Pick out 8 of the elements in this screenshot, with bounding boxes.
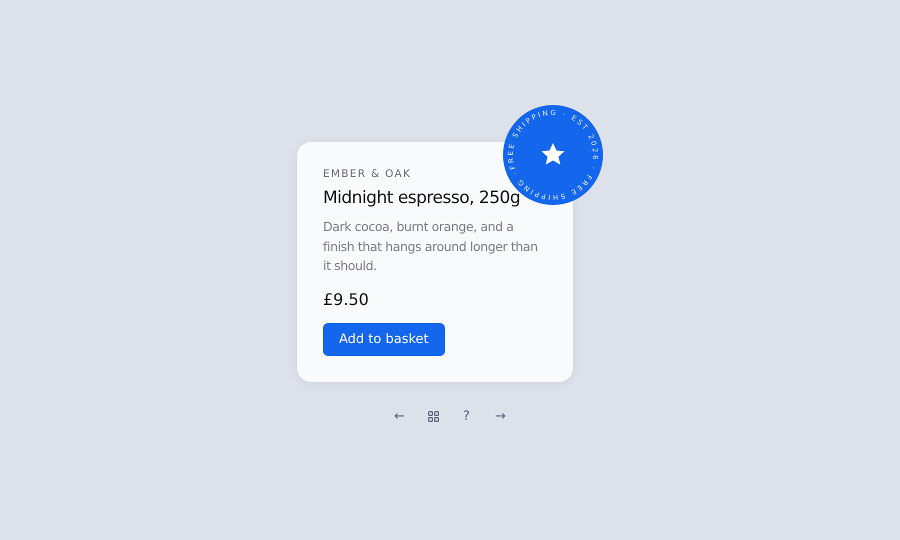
add-to-basket-button[interactable]: Add to basket [323,322,445,356]
grid-icon[interactable] [428,411,438,422]
product-description: Dark cocoa, burnt orange, and a finish that hangs around longer than it should. [323,218,539,275]
product-price: £9.50 [323,290,370,308]
nav-button[interactable]: ? [458,408,474,424]
brand-name: EMBER & OAK [323,168,412,180]
nav-button[interactable]: ← [392,408,408,424]
nav-button[interactable]: → [492,408,508,424]
